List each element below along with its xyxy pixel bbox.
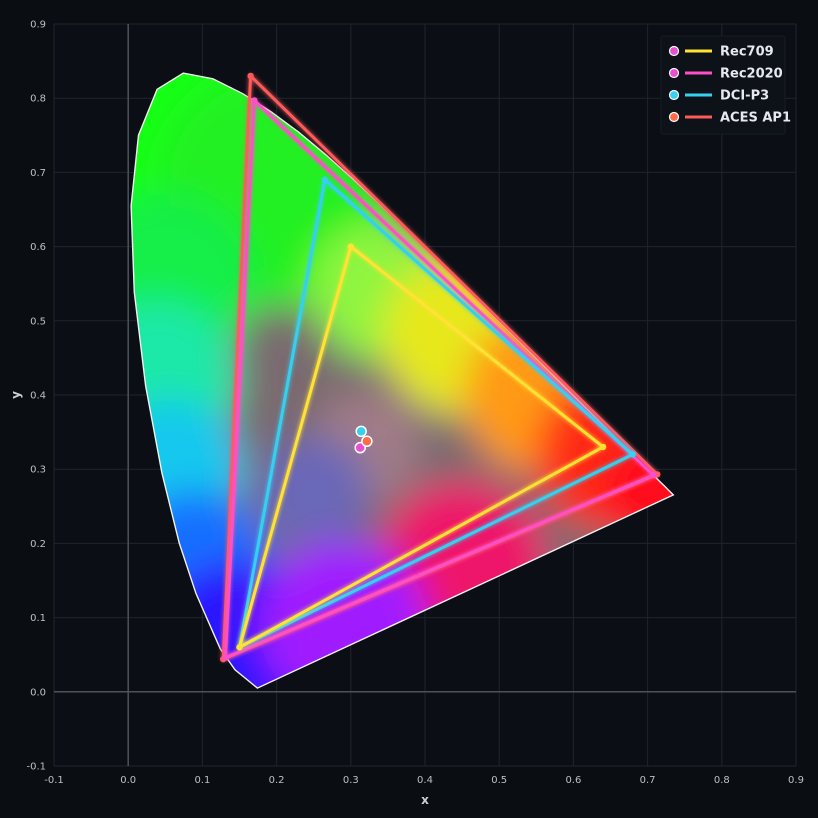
legend-label: DCI-P3 bbox=[720, 89, 769, 104]
x-tick-label: 0.5 bbox=[491, 775, 507, 786]
x-tick-label: 0.1 bbox=[194, 775, 210, 786]
x-tick-label: 0.0 bbox=[120, 775, 136, 786]
legend-label: Rec2020 bbox=[720, 67, 783, 82]
y-axis-ticks: -0.1 0.0 0.1 0.2 0.3 0.4 0.5 0.6 0.7 0.8 0.9 bbox=[26, 20, 46, 773]
legend-marker bbox=[668, 45, 680, 57]
chromaticity-chart: -0.1 0.0 0.1 0.2 0.3 0.4 0.5 0.6 0.7 0.8 0.9 -0.1 0… bbox=[9, 20, 804, 808]
y-tick-label: -0.1 bbox=[26, 762, 46, 773]
x-axis-title: x bbox=[421, 793, 429, 807]
white-point-aces-ap1 bbox=[361, 435, 373, 447]
y-tick-label: 0.5 bbox=[30, 316, 46, 327]
x-tick-label: 0.9 bbox=[788, 775, 804, 786]
primary-point-rec709 bbox=[599, 443, 607, 451]
x-tick-label: 0.2 bbox=[269, 775, 285, 786]
legend-label: ACES AP1 bbox=[720, 111, 791, 126]
y-tick-label: 0.8 bbox=[30, 94, 46, 105]
white-point-dci-p3 bbox=[355, 425, 367, 438]
x-tick-label: -0.1 bbox=[44, 775, 64, 786]
x-axis-ticks: -0.1 0.0 0.1 0.2 0.3 0.4 0.5 0.6 0.7 0.8 0.9 bbox=[44, 775, 804, 786]
y-tick-label: 0.3 bbox=[30, 465, 46, 476]
primary-point-rec2020 bbox=[251, 97, 258, 104]
x-tick-label: 0.4 bbox=[417, 775, 433, 786]
y-tick-label: 0.4 bbox=[30, 391, 46, 402]
legend-marker bbox=[668, 111, 680, 123]
primary-point-rec709 bbox=[236, 644, 243, 651]
y-tick-label: 0.1 bbox=[30, 613, 46, 624]
legend-label: Rec709 bbox=[720, 45, 774, 60]
legend-marker bbox=[668, 67, 680, 79]
x-tick-label: 0.7 bbox=[640, 775, 656, 786]
primary-point-rec2020 bbox=[222, 654, 229, 661]
primary-point-rec2020 bbox=[650, 471, 657, 479]
y-tick-label: 0.2 bbox=[30, 539, 46, 550]
y-tick-label: 0.6 bbox=[30, 242, 46, 253]
legend[interactable]: Rec709 Rec2020 DCI-P3 ACES AP1 bbox=[660, 35, 791, 135]
primary-point-aces-ap1 bbox=[247, 72, 254, 80]
y-tick-label: 0.9 bbox=[30, 20, 46, 31]
primary-point-rec709 bbox=[347, 243, 354, 250]
x-tick-label: 0.3 bbox=[343, 775, 359, 786]
primary-point-dci-p3 bbox=[321, 176, 329, 184]
x-tick-label: 0.8 bbox=[714, 775, 730, 786]
primary-point-dci-p3 bbox=[629, 451, 636, 458]
y-axis-title: y bbox=[9, 391, 23, 399]
x-tick-label: 0.6 bbox=[565, 775, 581, 786]
y-tick-label: 0.0 bbox=[30, 687, 46, 698]
legend-marker bbox=[668, 89, 680, 101]
y-tick-label: 0.7 bbox=[30, 168, 46, 179]
